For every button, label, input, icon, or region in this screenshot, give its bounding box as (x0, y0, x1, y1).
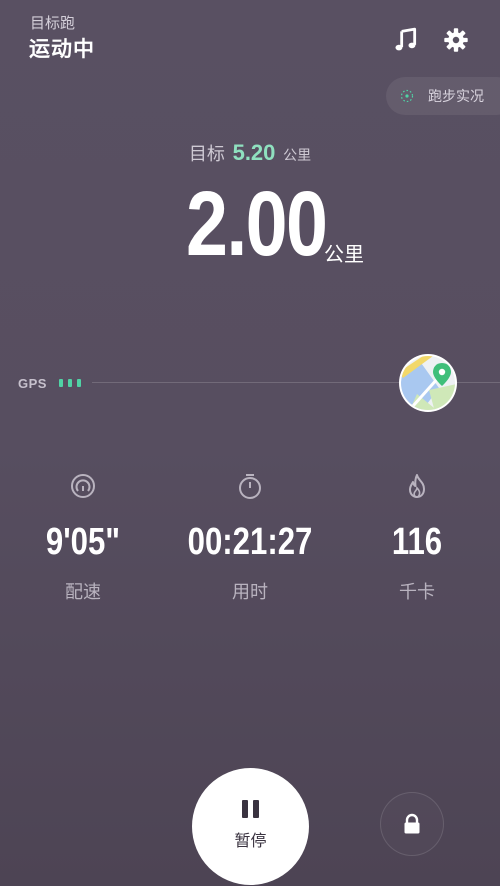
settings-button[interactable] (439, 23, 473, 57)
calories-label: 千卡 (399, 582, 435, 603)
calories-value: 116 (391, 521, 443, 563)
music-note-icon (395, 27, 417, 51)
music-button[interactable] (389, 23, 423, 57)
pause-label: 暂停 (234, 831, 267, 850)
duration-value: 00:21:27 (187, 521, 313, 563)
calories-stat: 116 千卡 (337, 472, 497, 604)
lock-button[interactable] (380, 792, 444, 856)
duration-stat: 00:21:27 用时 (170, 472, 330, 604)
map-button[interactable] (399, 354, 457, 412)
live-dot-icon (400, 89, 414, 103)
distance-value: 2.00 (186, 173, 328, 275)
gps-signal-icon (59, 379, 81, 387)
distance-unit: 公里 (324, 242, 364, 266)
pause-bar (242, 800, 248, 818)
mode-subtitle: 目标跑 (30, 14, 76, 32)
pause-button[interactable]: 暂停 (192, 768, 309, 885)
goal-unit: 公里 (283, 148, 312, 164)
pause-bar (253, 800, 259, 818)
stopwatch-icon (239, 474, 261, 499)
goal-value: 5.20 (232, 140, 276, 165)
goal-prefix: 目标 (188, 144, 225, 165)
gps-signal-bar (68, 379, 72, 387)
gps-signal-bar (59, 379, 63, 387)
pace-value: 9'05" (45, 521, 121, 563)
map-pin-icon (401, 356, 455, 410)
status-title: 运动中 (29, 37, 95, 61)
pause-icon (242, 800, 259, 818)
lock-icon (404, 813, 420, 834)
gps-signal-bar (77, 379, 81, 387)
flame-icon (409, 474, 425, 498)
gps-label: GPS (18, 376, 47, 391)
pace-label: 配速 (65, 582, 101, 603)
live-status-label: 跑步实况 (428, 89, 484, 105)
duration-label: 用时 (232, 582, 268, 603)
goal-line: 目标 5.20 公里 (0, 140, 500, 166)
live-status-button[interactable]: 跑步实况 (386, 77, 500, 115)
gear-icon (444, 28, 468, 52)
pace-gauge-icon (71, 474, 95, 498)
pace-stat: 9'05" 配速 (3, 472, 163, 604)
